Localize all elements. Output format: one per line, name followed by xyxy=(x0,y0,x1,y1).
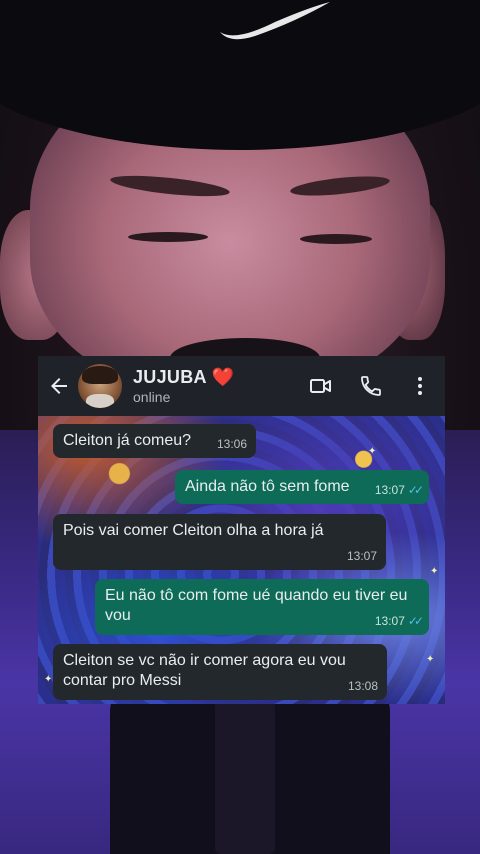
contact-status: online xyxy=(133,389,171,405)
sparkle-icon: ✦ xyxy=(44,674,53,685)
message-time: 13:06 xyxy=(216,437,247,451)
read-receipt-icon: ✓✓ xyxy=(407,614,424,628)
person-eye-left xyxy=(128,232,208,242)
message-meta: 13:07 ✓✓ xyxy=(374,611,424,631)
avatar-shirt xyxy=(86,394,114,408)
message-incoming[interactable]: Cleiton se vc não ir comer agora eu vou … xyxy=(53,644,387,700)
read-receipt-icon: ✓✓ xyxy=(407,483,424,497)
avatar-hair xyxy=(82,366,118,384)
more-options-icon[interactable] xyxy=(408,374,432,398)
back-arrow-icon[interactable] xyxy=(47,374,71,398)
message-time: 13:07 xyxy=(374,483,405,497)
message-outgoing[interactable]: Ainda não tô sem fome 13:07 ✓✓ xyxy=(175,470,429,504)
message-incoming[interactable]: Pois vai comer Cleiton olha a hora já 13… xyxy=(53,514,386,570)
message-text: Cleiton se vc não ir comer agora eu vou … xyxy=(63,652,346,689)
message-time: 13:07 xyxy=(374,614,405,628)
sparkle-icon: ✦ xyxy=(426,654,435,665)
message-text: Pois vai comer Cleiton olha a hora já xyxy=(63,522,324,539)
person-eye-right xyxy=(300,234,372,244)
message-incoming[interactable]: Cleiton já comeu? 13:06 xyxy=(53,424,256,458)
video-call-icon[interactable] xyxy=(309,374,333,398)
message-outgoing[interactable]: Eu não tô com fome ué quando eu tiver eu… xyxy=(95,579,429,635)
sparkle-icon: ✦ xyxy=(430,566,439,577)
chat-header: JUJUBA ❤️ online xyxy=(38,356,445,416)
message-time: 13:08 xyxy=(347,679,378,693)
voice-call-icon[interactable] xyxy=(359,374,383,398)
person-cap xyxy=(0,0,480,150)
contact-name[interactable]: JUJUBA ❤️ xyxy=(133,367,234,388)
message-text: Cleiton já comeu? xyxy=(63,432,192,449)
chat-screenshot: JUJUBA ❤️ online ✦ ✦ ✦ ✦ Cleiton já come… xyxy=(38,356,445,704)
message-meta: 13:07 ✓✓ xyxy=(374,480,424,500)
message-time: 13:07 xyxy=(346,549,377,563)
message-text: Ainda não tô sem fome xyxy=(185,478,350,495)
chat-wallpaper: ✦ ✦ ✦ ✦ Cleiton já comeu? 13:06 Ainda nã… xyxy=(38,416,445,704)
contact-name-text: JUJUBA xyxy=(133,367,207,387)
mic-stand-post xyxy=(215,700,275,854)
sparkle-icon: ✦ xyxy=(368,446,377,457)
cap-logo-icon xyxy=(220,2,330,40)
avatar[interactable] xyxy=(78,364,122,408)
heart-icon: ❤️ xyxy=(211,367,235,387)
message-text: Eu não tô com fome ué quando eu tiver eu… xyxy=(105,587,408,624)
